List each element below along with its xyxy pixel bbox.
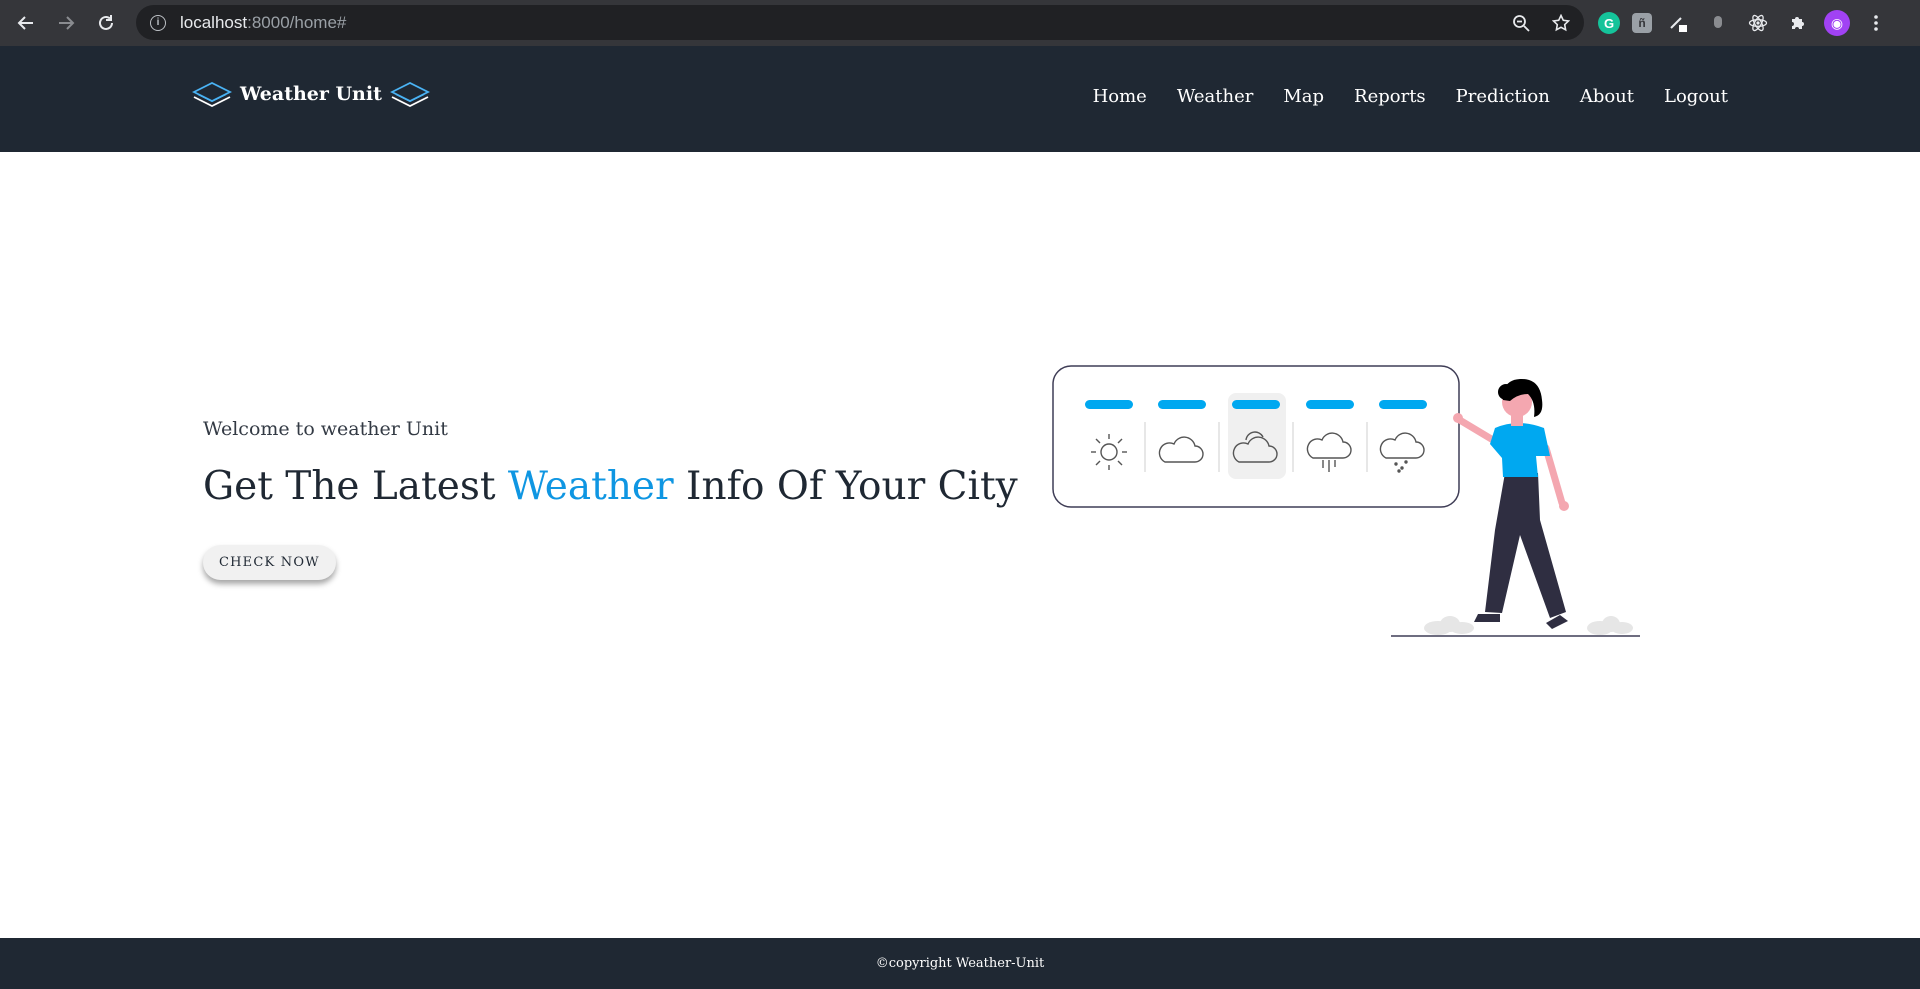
url-path: :8000/home# [247, 12, 347, 32]
headline-part: Get The Latest [203, 464, 508, 509]
bushes [1424, 616, 1633, 635]
grammarly-extension-icon[interactable]: G [1598, 12, 1620, 34]
hero-section: Welcome to weather Unit Get The Latest W… [203, 418, 1018, 580]
main-nav: Home Weather Map Reports Prediction Abou… [1093, 86, 1728, 107]
site-footer: ©copyright Weather-Unit [0, 938, 1920, 989]
arrow-right-icon [59, 16, 75, 30]
site-info-icon[interactable]: i [150, 14, 166, 31]
nav-map[interactable]: Map [1283, 86, 1324, 107]
site-header: Weather Unit Home Weather Map Reports Pr… [0, 46, 1920, 152]
browser-toolbar: i localhost:8000/home# G ñ ◉ [0, 0, 1920, 46]
back-button[interactable] [6, 0, 46, 46]
reload-icon [99, 15, 113, 30]
react-devtools-icon[interactable] [1744, 9, 1772, 37]
headline-accent: Weather [507, 464, 674, 509]
nav-prediction[interactable]: Prediction [1456, 86, 1550, 107]
weather-illustration [1052, 365, 1640, 637]
copyright-text: ©copyright Weather-Unit [875, 956, 1045, 971]
layers-icon [192, 81, 232, 108]
arrow-left-icon [17, 16, 33, 30]
address-bar[interactable]: i localhost:8000/home# [136, 5, 1584, 40]
extension-icon[interactable]: ñ [1632, 13, 1652, 33]
pen-extension-icon[interactable] [1664, 9, 1692, 37]
extensions-bar: G ñ ◉ [1598, 0, 1890, 46]
person-figure [1453, 378, 1569, 629]
headline-part: Info Of Your City [673, 464, 1018, 509]
nav-home[interactable]: Home [1093, 86, 1147, 107]
nav-logout[interactable]: Logout [1664, 86, 1728, 107]
brand-logo[interactable]: Weather Unit [192, 80, 430, 108]
bookmark-star-icon[interactable] [1552, 13, 1570, 32]
brand-name: Weather Unit [240, 83, 382, 105]
mic-extension-icon[interactable] [1704, 9, 1732, 37]
extensions-puzzle-icon[interactable] [1784, 9, 1812, 37]
check-now-button[interactable]: CHECK NOW [203, 545, 336, 580]
nav-reports[interactable]: Reports [1354, 86, 1426, 107]
chrome-menu-icon[interactable] [1862, 9, 1890, 37]
url-host: localhost [180, 12, 248, 32]
zoom-icon[interactable] [1512, 14, 1530, 32]
hero-headline: Get The Latest Weather Info Of Your City [203, 464, 1018, 509]
welcome-text: Welcome to weather Unit [203, 418, 448, 440]
forward-button[interactable] [46, 0, 86, 46]
nav-about[interactable]: About [1580, 86, 1634, 107]
reload-button[interactable] [86, 0, 126, 46]
nav-weather[interactable]: Weather [1177, 86, 1254, 107]
layers-icon [389, 81, 430, 108]
profile-avatar[interactable]: ◉ [1824, 10, 1850, 36]
